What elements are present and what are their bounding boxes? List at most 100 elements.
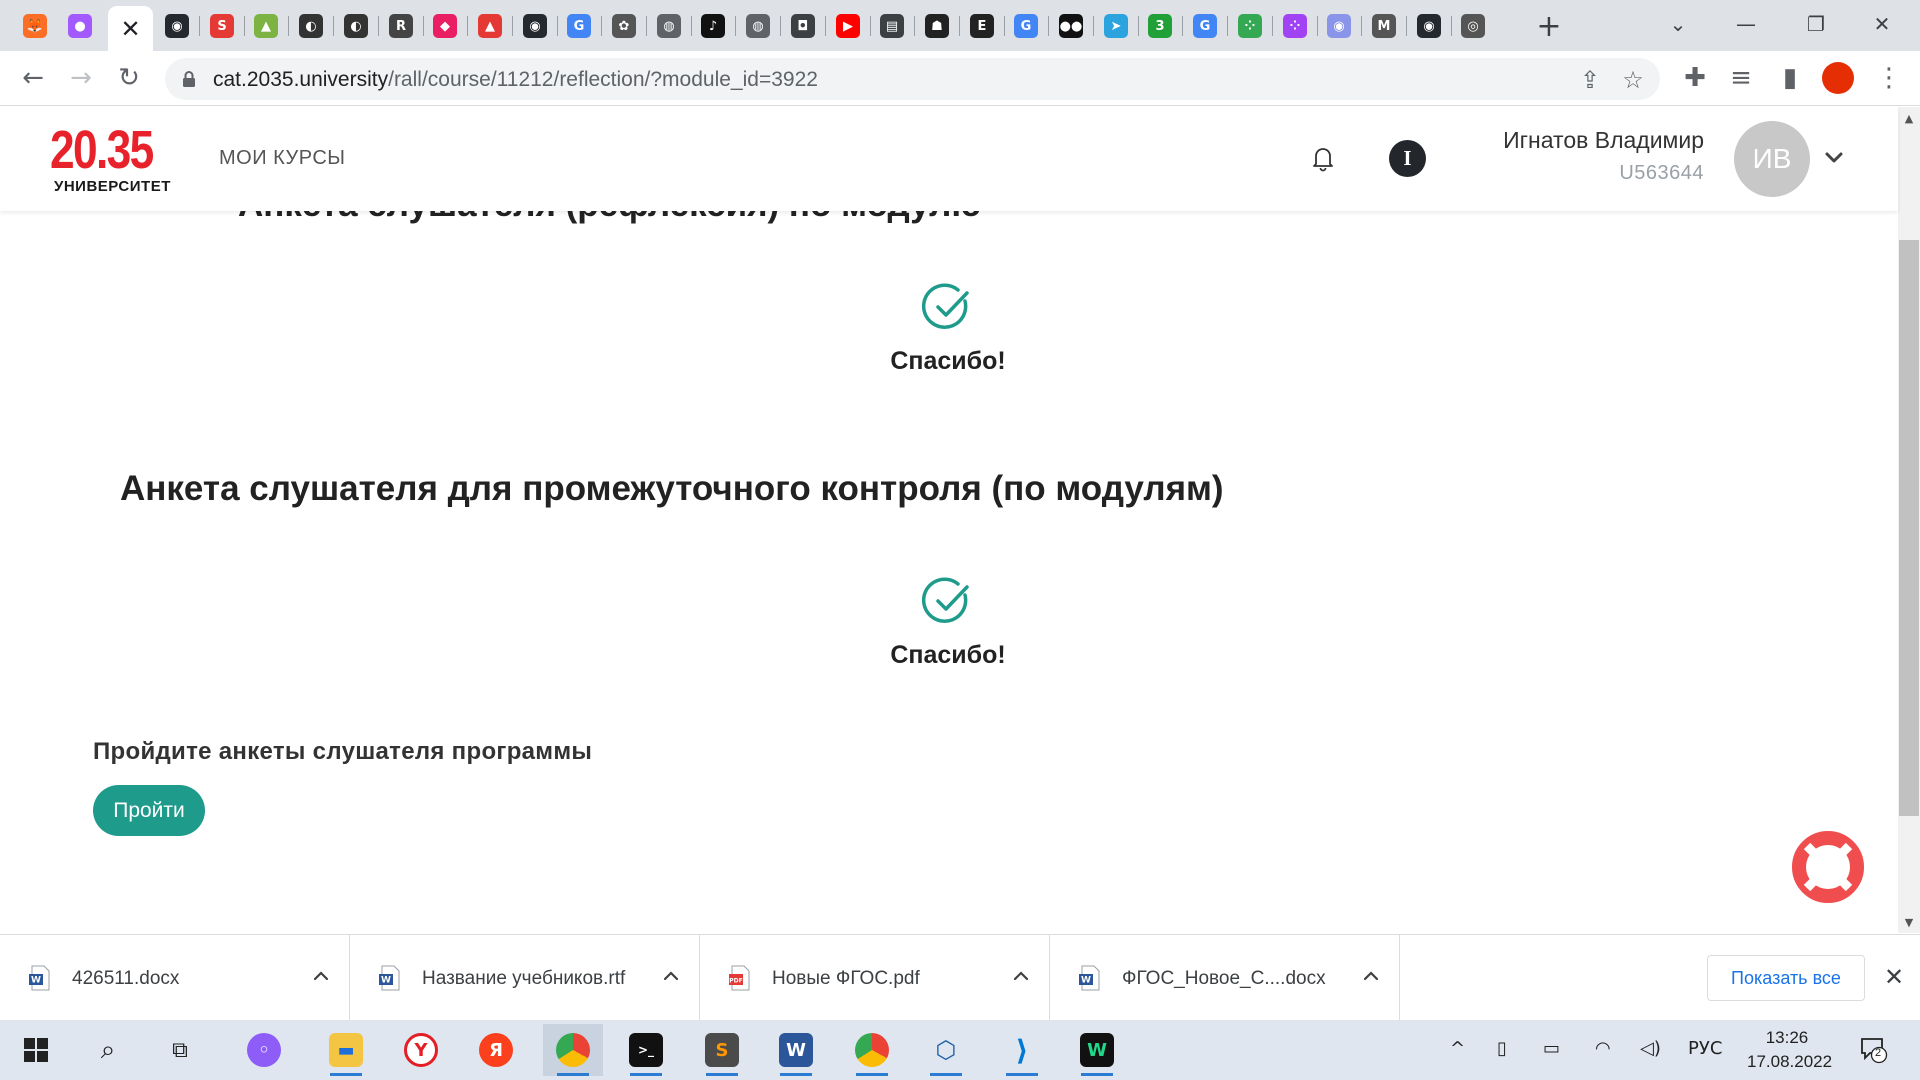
app-icon[interactable]: ◘	[788, 11, 818, 41]
new-tab-button[interactable]: +	[1533, 9, 1565, 44]
chevron-up-icon[interactable]	[1010, 965, 1032, 987]
chrome-taskbar-icon[interactable]	[543, 1024, 603, 1076]
sublime-text-icon[interactable]: S	[692, 1024, 752, 1076]
share-icon[interactable]: ⇪	[1575, 65, 1605, 95]
chrome-icon[interactable]: ◎	[1458, 11, 1488, 41]
minimize-button[interactable]: —	[1726, 6, 1766, 42]
avatar[interactable]: ИВ	[1734, 121, 1810, 197]
volume-icon[interactable]: ◁)	[1640, 1038, 1661, 1059]
gmail-icon[interactable]: M	[1369, 11, 1399, 41]
terminal-icon[interactable]: >_	[616, 1024, 676, 1076]
tray-device-icon[interactable]: ▯	[1497, 1038, 1507, 1059]
restore-button[interactable]: ❐	[1796, 6, 1836, 42]
take-survey-button[interactable]: Пройти	[93, 785, 205, 836]
google-icon-3[interactable]: G	[1190, 11, 1220, 41]
google-icon[interactable]: G	[564, 11, 594, 41]
nav-my-courses[interactable]: МОИ КУРСЫ	[219, 147, 346, 170]
close-downloads-icon[interactable]: ✕	[1880, 963, 1908, 991]
task-view-icon[interactable]: ⧉	[150, 1024, 210, 1076]
youtube-icon[interactable]: ▶	[833, 11, 863, 41]
dots-icon[interactable]: ⁘	[1235, 11, 1265, 41]
book-icon[interactable]: ▤	[877, 11, 907, 41]
battery-icon[interactable]: ▭	[1543, 1038, 1560, 1059]
gitlab-icon[interactable]: 🦊	[20, 11, 50, 41]
bell-icon[interactable]	[1308, 143, 1338, 173]
chevron-up-icon[interactable]	[310, 965, 332, 987]
openai-icon[interactable]: ✿	[609, 11, 639, 41]
tray-overflow-icon[interactable]: ^	[1450, 1038, 1465, 1059]
extensions-icon[interactable]: ✚	[1676, 59, 1714, 97]
pink-app-icon[interactable]: ◆	[430, 11, 460, 41]
forward-button[interactable]: →	[62, 59, 100, 97]
media-control-icon[interactable]: ≡	[1722, 59, 1760, 97]
chevron-up-icon[interactable]	[1360, 965, 1382, 987]
aliexpress-extension-icon[interactable]	[1819, 59, 1857, 97]
e-app-icon[interactable]: E	[967, 11, 997, 41]
logo-number[interactable]: 20.35	[50, 119, 154, 181]
scrollbar-thumb[interactable]	[1899, 240, 1919, 816]
download-item[interactable]: W 426511.docx	[0, 935, 350, 1021]
github-icon-3[interactable]: ◉	[1414, 11, 1444, 41]
r-app-icon-glyph: R	[389, 14, 413, 38]
chevron-down-icon[interactable]	[1821, 145, 1847, 171]
download-item[interactable]: PDF Новые ФГОС.pdf	[700, 935, 1050, 1021]
download-item[interactable]: W ФГОС_Новое_С....docx	[1050, 935, 1400, 1021]
tab-separator	[512, 16, 513, 36]
r-app-icon[interactable]: R	[386, 11, 416, 41]
chat-icon-glyph: ◉	[1327, 14, 1351, 38]
info-button[interactable]: I	[1389, 140, 1426, 177]
flame-icon[interactable]: ▲	[475, 11, 505, 41]
head-icon[interactable]: ◐	[296, 11, 326, 41]
yandex-icon[interactable]: Я	[466, 1024, 526, 1076]
virtualbox-icon[interactable]: ⬡	[916, 1024, 976, 1076]
language-indicator[interactable]: РУС	[1688, 1038, 1722, 1059]
tab-separator	[914, 16, 915, 36]
globe-icon[interactable]: ◍	[654, 11, 684, 41]
chat-icon[interactable]: ◉	[1324, 11, 1354, 41]
url-text[interactable]: cat.2035.university/rall/course/11212/re…	[213, 68, 818, 92]
back-button[interactable]: ←	[14, 59, 52, 97]
ghost-icon[interactable]: ☗	[922, 11, 952, 41]
tab-search-icon[interactable]: ⌄	[1658, 6, 1698, 42]
alice-assistant-icon[interactable]: ◦	[234, 1024, 294, 1076]
bookmark-star-icon[interactable]: ☆	[1618, 65, 1648, 95]
word-icon[interactable]: W	[766, 1024, 826, 1076]
three-icon[interactable]: 3	[1145, 11, 1175, 41]
dots-icon-2[interactable]: ⁘	[1280, 11, 1310, 41]
side-panel-icon[interactable]: ▮	[1771, 59, 1809, 97]
telegram-icon[interactable]: ➤	[1101, 11, 1131, 41]
medium-icon[interactable]: ●●	[1056, 11, 1086, 41]
vscode-icon[interactable]: ⟩	[992, 1024, 1052, 1076]
wifi-icon[interactable]: ◠	[1595, 1038, 1611, 1059]
close-window-button[interactable]: ✕	[1862, 6, 1902, 42]
google-icon-2[interactable]: G	[1011, 11, 1041, 41]
reload-button[interactable]: ↻	[110, 59, 148, 97]
scroll-up-arrow[interactable]: ▲	[1901, 111, 1917, 125]
file-explorer-icon[interactable]: ▬	[316, 1024, 376, 1076]
scroll-down-arrow[interactable]: ▼	[1901, 915, 1917, 929]
github-icon-2[interactable]: ◉	[520, 11, 550, 41]
s-app-icon[interactable]: S	[207, 11, 237, 41]
address-bar[interactable]: cat.2035.university/rall/course/11212/re…	[165, 58, 1660, 100]
browser-menu-icon[interactable]: ⋮	[1870, 59, 1908, 97]
head-icon-2[interactable]: ◐	[341, 11, 371, 41]
chrome-profile-icon[interactable]	[842, 1024, 902, 1076]
system-clock[interactable]: 13:26 17.08.2022	[1747, 1026, 1832, 1074]
user-name[interactable]: Игнатов Владимир	[1503, 127, 1704, 154]
notification-center-icon[interactable]: 2	[1858, 1034, 1888, 1064]
leaf-icon[interactable]: ▲	[251, 11, 281, 41]
active-tab-close-button[interactable]: ✕	[108, 6, 153, 51]
yandex-browser-icon[interactable]: Y	[391, 1024, 451, 1076]
tiktok-icon[interactable]: ♪	[698, 11, 728, 41]
download-item[interactable]: W Название учебников.rtf	[350, 935, 700, 1021]
chevron-up-icon[interactable]	[660, 965, 682, 987]
globe-icon-2[interactable]: ◍	[743, 11, 773, 41]
github-icon[interactable]: ◉	[162, 11, 192, 41]
start-button[interactable]	[6, 1024, 66, 1076]
lifebuoy-help-icon[interactable]	[1790, 829, 1866, 905]
webstorm-icon[interactable]: W	[1067, 1024, 1127, 1076]
logo-text[interactable]: УНИВЕРСИТЕТ	[54, 178, 171, 195]
search-icon[interactable]: ⌕	[78, 1024, 138, 1076]
figma-icon[interactable]: ●	[65, 11, 95, 41]
show-all-downloads-button[interactable]: Показать все	[1707, 955, 1865, 1001]
